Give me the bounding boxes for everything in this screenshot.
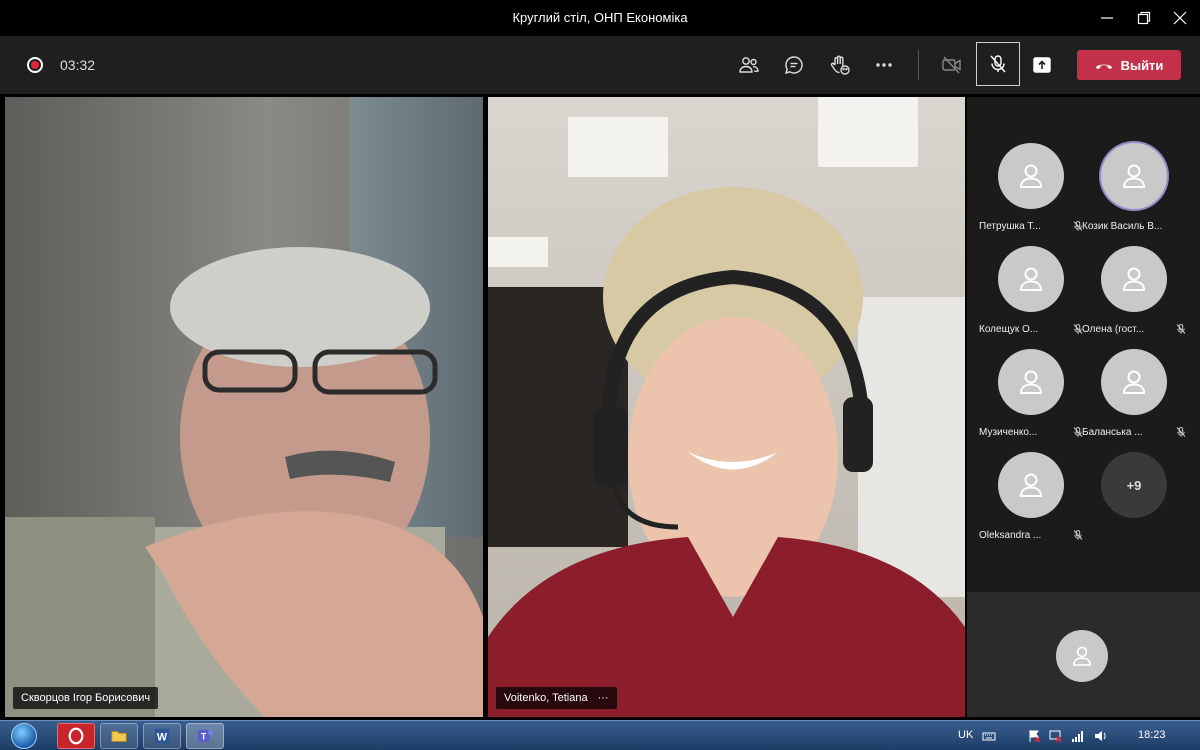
hang-up-icon xyxy=(1095,64,1112,69)
word-icon: W xyxy=(154,728,170,744)
overflow-count: +9 xyxy=(1101,452,1167,518)
start-button[interactable] xyxy=(6,721,42,750)
person-icon xyxy=(1019,164,1043,188)
folder-icon xyxy=(111,731,127,742)
restore-icon xyxy=(1137,11,1151,25)
mic-muted-icon xyxy=(1176,324,1186,334)
participant-tile[interactable]: Музиченко... xyxy=(979,349,1083,449)
participant-name: Олена (гост... xyxy=(1082,324,1145,335)
title-bar: Круглий стіл, ОНП Економіка xyxy=(0,0,1200,36)
participant-tile[interactable]: Олена (гост... xyxy=(1082,246,1186,346)
window-title: Круглий стіл, ОНП Економіка xyxy=(512,10,688,25)
opera-icon xyxy=(68,727,84,745)
person-icon xyxy=(1073,646,1091,666)
taskbar-app-explorer[interactable] xyxy=(100,723,138,749)
show-chat-button[interactable] xyxy=(778,49,810,81)
close-button[interactable] xyxy=(1160,0,1200,36)
avatar xyxy=(998,452,1064,518)
self-view[interactable] xyxy=(967,592,1200,717)
more-actions-button[interactable] xyxy=(868,49,900,81)
show-participants-button[interactable] xyxy=(733,49,765,81)
mic-toggle-button[interactable] xyxy=(976,42,1020,86)
leave-label: Выйти xyxy=(1120,57,1164,73)
minimize-icon xyxy=(1101,17,1113,19)
avatar xyxy=(1101,246,1167,312)
recording-indicator-icon xyxy=(27,57,43,73)
keyboard-icon[interactable] xyxy=(982,729,996,743)
raise-hand-button[interactable] xyxy=(824,49,856,81)
minimize-button[interactable] xyxy=(1087,0,1127,36)
share-screen-button[interactable] xyxy=(1026,49,1058,81)
participant-tile[interactable]: Колещук О... xyxy=(979,246,1083,346)
more-participants-button[interactable]: +9 xyxy=(1082,452,1186,552)
taskbar-app-word[interactable]: W xyxy=(143,723,181,749)
person-icon xyxy=(1122,267,1146,291)
participant-name: Козик Василь В... xyxy=(1082,221,1163,232)
action-center-flag-icon[interactable] xyxy=(1027,729,1041,743)
clock-time[interactable]: 18:23 xyxy=(1138,729,1166,741)
participant-name: Voitenko, Tetiana xyxy=(504,692,588,704)
participant-name: Колещук О... xyxy=(979,324,1039,335)
avatar-active-speaker xyxy=(1101,143,1167,209)
windows-taskbar: W T UK 18:23 xyxy=(0,720,1200,750)
person-icon xyxy=(1019,267,1043,291)
volume-icon[interactable] xyxy=(1094,729,1108,743)
camera-off-icon xyxy=(942,56,961,74)
leave-button[interactable]: Выйти xyxy=(1077,50,1181,80)
svg-text:W: W xyxy=(157,732,168,744)
tile-more-options-icon[interactable]: ··· xyxy=(598,692,609,704)
video-tile-participant-1[interactable]: Скворцов Ігор Борисович xyxy=(5,97,483,717)
person-icon xyxy=(1122,370,1146,394)
svg-text:T: T xyxy=(201,732,207,742)
participant-name: Oleksandra ... xyxy=(979,530,1042,541)
meeting-timer: 03:32 xyxy=(60,57,96,73)
participant-tile[interactable]: Баланська ... xyxy=(1082,349,1186,449)
participant-tile[interactable]: Петрушка Т... xyxy=(979,143,1083,243)
participant-name: Музиченко... xyxy=(979,427,1038,438)
avatar xyxy=(1101,349,1167,415)
input-language[interactable]: UK xyxy=(958,729,973,741)
raise-hand-icon xyxy=(830,55,850,75)
close-icon xyxy=(1173,11,1187,25)
teams-icon: T xyxy=(197,729,213,743)
participant-name: Петрушка Т... xyxy=(979,221,1041,232)
self-avatar xyxy=(1056,630,1108,682)
participants-gallery: Петрушка Т... Козик Василь В... Колещук … xyxy=(967,97,1200,592)
taskbar-app-teams[interactable]: T xyxy=(186,723,224,749)
participant-video-feed xyxy=(5,97,483,717)
chat-icon xyxy=(784,56,803,75)
person-icon xyxy=(1019,473,1043,497)
network-icon[interactable] xyxy=(1048,729,1062,743)
taskbar-app-opera[interactable] xyxy=(57,723,95,749)
people-icon xyxy=(739,57,759,73)
participant-tile[interactable]: Козик Василь В... xyxy=(1082,143,1186,243)
share-tray-icon xyxy=(1033,57,1051,73)
participant-name: Скворцов Ігор Борисович xyxy=(21,692,151,704)
participant-tile[interactable]: Oleksandra ... xyxy=(979,452,1083,552)
video-tile-participant-2[interactable]: Voitenko, Tetiana ··· xyxy=(488,97,965,717)
person-icon xyxy=(1019,370,1043,394)
avatar xyxy=(998,246,1064,312)
person-icon xyxy=(1122,164,1146,188)
participant-name-tag: Скворцов Ігор Борисович xyxy=(13,687,159,709)
participant-name-tag: Voitenko, Tetiana ··· xyxy=(496,687,617,709)
more-options-icon xyxy=(876,63,892,67)
camera-toggle-button[interactable] xyxy=(936,49,968,81)
signal-icon[interactable] xyxy=(1071,729,1085,743)
meeting-toolbar: 03:32 Выйти xyxy=(0,36,1200,94)
restore-button[interactable] xyxy=(1124,0,1164,36)
avatar xyxy=(998,143,1064,209)
participant-video-feed xyxy=(488,97,965,717)
teams-meeting-window: Круглий стіл, ОНП Економіка 03:32 Выйти … xyxy=(0,0,1200,750)
windows-logo-icon xyxy=(11,723,37,749)
toolbar-divider xyxy=(918,50,919,80)
mic-muted-icon xyxy=(1176,427,1186,437)
participant-name: Баланська ... xyxy=(1082,427,1143,438)
mic-off-icon xyxy=(990,55,1006,73)
avatar xyxy=(998,349,1064,415)
